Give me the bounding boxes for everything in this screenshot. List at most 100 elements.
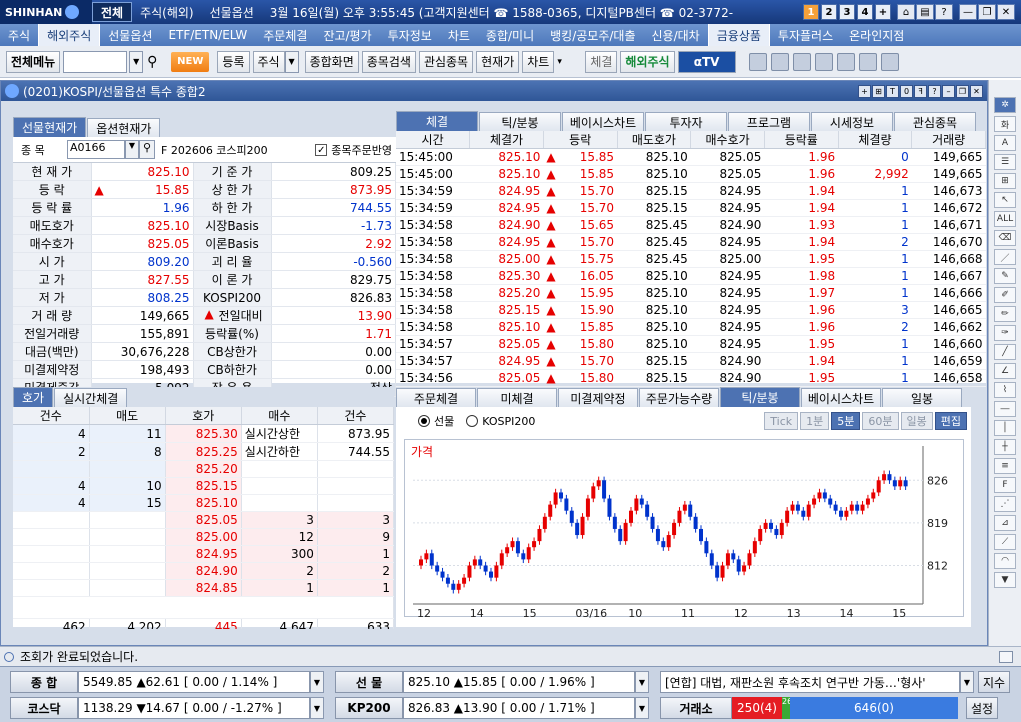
kosdaq-dropdown-icon[interactable]: ▼ (310, 697, 324, 719)
all-icon[interactable]: ALL (994, 211, 1016, 227)
index-button[interactable]: 지수 (978, 671, 1010, 693)
ask-price[interactable]: 825.25 (165, 442, 242, 461)
menu-mini[interactable]: 종합/미니 (478, 24, 542, 46)
menu-stock[interactable]: 주식 (0, 24, 38, 46)
buy-row[interactable]: 824.95 300 1 (13, 545, 395, 563)
tab-chart-5[interactable]: 베이시스차트 (801, 388, 881, 407)
horizontal-line-icon[interactable]: ― (994, 401, 1016, 417)
table-row[interactable]: 15:34:58 825.20 ▲ 15.95 825.10 824.95 1.97 1 146… (396, 284, 986, 302)
folder-icon[interactable] (880, 52, 899, 71)
bid-price[interactable]: 824.90 (165, 562, 242, 580)
news-headline[interactable]: [연합] 대법, 재판소원 후속조치 연구반 가동…'형사' (660, 671, 960, 693)
menu-futures-options[interactable]: 선물옵션 (100, 24, 160, 46)
tab-futures-options[interactable]: 선물옵션 (202, 2, 262, 22)
screen-4-button[interactable]: 4 (857, 4, 873, 20)
scroll-down-icon[interactable]: ▼ (994, 572, 1016, 588)
code-input[interactable]: A0166 (67, 140, 125, 159)
interval-option[interactable]: 편집 (934, 412, 967, 430)
minimize-icon[interactable]: – (942, 84, 955, 98)
table-row[interactable]: 15:34:57 824.95 ▲ 15.70 825.15 824.90 1.94 1 146… (396, 352, 986, 370)
bid-price[interactable]: 825.05 (165, 511, 242, 529)
stock-search-button[interactable]: 종목검색 (361, 50, 416, 73)
home-icon[interactable]: ⌂ (897, 4, 915, 20)
tab-trade-2[interactable]: 베이시스차트 (562, 112, 644, 131)
menu-financial-products[interactable]: 금융상품 (707, 24, 770, 46)
channel-icon[interactable]: ≡ (994, 458, 1016, 474)
table-row[interactable]: 15:34:58 825.00 ▲ 15.75 825.45 825.00 1.95 1 146… (396, 250, 986, 268)
print-icon[interactable]: ▤ (916, 4, 934, 20)
brush-icon[interactable]: ✏ (994, 306, 1016, 322)
cross-icon[interactable]: ┼ (994, 439, 1016, 455)
interval-option[interactable]: 1분 (800, 412, 830, 430)
news-dropdown-icon[interactable]: ▼ (960, 671, 974, 693)
tab-futures-price[interactable]: 선물현재가 (13, 117, 87, 137)
menu-credit[interactable]: 신용/대차 (644, 24, 708, 46)
fibonacci-icon[interactable]: F (994, 477, 1016, 493)
zero-icon[interactable]: 0 (900, 84, 913, 98)
more-icon[interactable]: ▾ (557, 57, 573, 67)
minimize-icon[interactable]: — (959, 4, 977, 20)
table-row[interactable]: 15:34:56 825.05 ▲ 15.80 825.15 824.90 1.95 1 146… (396, 369, 986, 387)
tab-realtime-trades[interactable]: 실시간체결 (54, 388, 128, 407)
screen-1-button[interactable]: 1 (803, 4, 819, 20)
chevron-down-icon[interactable]: ▼ (129, 50, 144, 73)
screen-2-button[interactable]: 2 (821, 4, 837, 20)
text-icon[interactable]: T (886, 84, 899, 98)
screen-number-input[interactable] (63, 50, 128, 73)
cursor-icon[interactable]: ↖ (994, 192, 1016, 208)
tab-trade-4[interactable]: 프로그램 (728, 112, 810, 131)
text-icon[interactable]: A (994, 135, 1016, 151)
menu-balance[interactable]: 잔고/평가 (315, 24, 379, 46)
calculator-icon[interactable] (770, 52, 789, 71)
table-row[interactable]: 15:34:58 825.30 ▲ 16.05 825.10 824.95 1.98 1 146… (396, 267, 986, 285)
buy-row[interactable]: 824.85 1 1 (13, 579, 395, 597)
interest-stock-button[interactable]: 관심종목 (418, 50, 474, 73)
tab-trade-1[interactable]: 틱/분봉 (479, 112, 561, 131)
interval-option[interactable]: 5분 (831, 412, 861, 430)
kp200-dropdown-icon[interactable]: ▼ (635, 697, 649, 719)
tab-chart-1[interactable]: 미체결 (477, 388, 557, 407)
trend-line-icon[interactable]: ╱ (994, 344, 1016, 360)
search-icon[interactable]: ⚲ (139, 140, 155, 159)
ask-price[interactable]: 825.20 (165, 460, 242, 478)
kospi-dropdown-icon[interactable]: ▼ (310, 671, 324, 693)
interval-option[interactable]: 일봉 (900, 412, 933, 430)
interval-option[interactable]: 60분 (862, 412, 899, 430)
help-icon[interactable]: ? (935, 4, 953, 20)
buy-row[interactable]: 825.05 3 3 (13, 511, 395, 529)
settings-button[interactable]: 설정 (966, 697, 998, 719)
marker-icon[interactable]: ✐ (994, 287, 1016, 303)
radio-futures[interactable] (418, 415, 430, 427)
combined-screen-button[interactable]: 종합화면 (304, 50, 359, 73)
tab-chart-2[interactable]: 미결제약정 (558, 388, 638, 407)
tab-chart-4[interactable]: 틱/분봉 (720, 387, 800, 407)
angle-icon[interactable]: ∠ (994, 363, 1016, 379)
table-row[interactable]: 15:34:58 825.10 ▲ 15.85 825.10 824.95 1.96 2 146… (396, 318, 986, 336)
layout-icon[interactable] (814, 52, 833, 71)
table-row[interactable]: 15:34:58 824.90 ▲ 15.65 825.45 824.90 1.93 1 146… (396, 216, 986, 234)
gann-icon[interactable]: ⟋ (994, 534, 1016, 550)
sell-row[interactable]: 825.20 (13, 460, 395, 478)
menu-orders[interactable]: 주문체결 (255, 24, 315, 46)
help-icon[interactable]: ? (928, 84, 941, 98)
menu-online-branch[interactable]: 온라인지점 (841, 24, 912, 46)
measure-icon[interactable]: ⊿ (994, 515, 1016, 531)
restore-icon[interactable]: ❐ (956, 84, 969, 98)
register-button[interactable]: 등록 (217, 50, 250, 73)
buy-row[interactable]: 824.90 2 2 (13, 562, 395, 580)
sell-row[interactable]: 4 11 825.30 실시간상한 873.95 (13, 424, 395, 443)
alpha-tv-button[interactable]: αTV (677, 50, 736, 73)
ask-price[interactable]: 825.30 (165, 424, 242, 443)
table-row[interactable]: 15:34:59 824.95 ▲ 15.70 825.15 824.95 1.94 1 146… (396, 199, 986, 217)
settings-icon[interactable] (792, 52, 811, 71)
tools-icon[interactable]: ꟻ (914, 84, 927, 98)
table-row[interactable]: 15:45:00 825.10 ▲ 15.85 825.10 825.05 1.96 0 149… (396, 148, 986, 166)
menu-banking[interactable]: 뱅킹/공모주/대출 (542, 24, 643, 46)
bid-price[interactable]: 824.85 (165, 579, 242, 597)
futures-dropdown-icon[interactable]: ▼ (635, 671, 649, 693)
bid-price[interactable]: 824.95 (165, 545, 242, 563)
settings-icon[interactable]: ✲ (994, 97, 1016, 113)
buy-row[interactable]: 825.00 12 9 (13, 528, 395, 546)
table-row[interactable]: 15:34:59 824.95 ▲ 15.70 825.15 824.95 1.94 1 146… (396, 182, 986, 200)
sell-row[interactable]: 2 8 825.25 실시간하한 744.55 (13, 442, 395, 461)
